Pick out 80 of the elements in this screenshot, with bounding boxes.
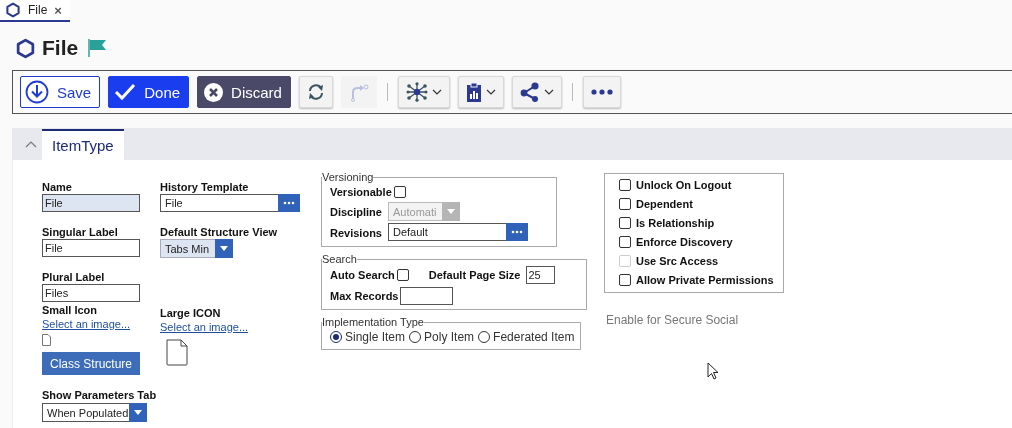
field-label: Singular Label <box>42 225 119 239</box>
class-structure-button[interactable]: Class Structure <box>42 352 140 375</box>
branch-arrow-icon <box>348 82 369 102</box>
checkbox[interactable] <box>619 236 631 248</box>
field-label: Default Page Size <box>428 268 521 282</box>
chevron-up-icon <box>25 140 37 148</box>
field-label: Use Src Access <box>636 254 719 268</box>
more-icon <box>511 230 523 234</box>
refresh-button[interactable] <box>298 76 333 108</box>
close-circle-icon <box>204 82 224 102</box>
text-field[interactable]: File <box>42 239 140 257</box>
field-label: Name <box>42 180 73 194</box>
file-icon <box>166 339 188 366</box>
field-label: Auto Search <box>330 268 395 282</box>
browse-button[interactable] <box>278 194 300 212</box>
option-label: Single Item <box>345 330 406 344</box>
flag-icon <box>88 38 108 58</box>
chevron-down-icon <box>485 89 496 95</box>
option-label: Poly Item <box>424 330 475 344</box>
field-label: Plural Label <box>42 270 106 284</box>
field-label: Allow Private Permissions <box>636 273 774 287</box>
checkbox[interactable] <box>393 186 406 198</box>
caret-down-icon <box>447 209 455 214</box>
file-icon <box>42 334 51 346</box>
field-label: Max Records <box>330 289 399 303</box>
checkbox[interactable] <box>619 274 631 286</box>
field-label: Large ICON <box>160 306 222 320</box>
select-image-link[interactable]: Select an image... <box>42 317 131 331</box>
field-label: Unlock On Logout <box>636 178 732 192</box>
share-icon <box>519 82 540 102</box>
text-field[interactable]: Files <box>42 284 140 302</box>
caret-down-icon <box>220 246 228 251</box>
more-icon <box>590 89 613 95</box>
field-label: Show Parameters Tab <box>42 388 158 402</box>
more-button[interactable] <box>582 76 621 108</box>
checkbox[interactable] <box>396 269 409 281</box>
done-button[interactable]: Done <box>108 76 190 108</box>
group-legend: Implementation Type <box>322 316 424 328</box>
chevron-down-icon <box>431 89 442 95</box>
select-image-link[interactable]: Select an image... <box>160 320 249 334</box>
group-legend: Versioning <box>322 171 374 183</box>
text-field[interactable]: File <box>42 194 140 212</box>
field-label: Small Icon <box>42 303 99 317</box>
save-button[interactable]: Save <box>20 76 101 108</box>
checkbox[interactable] <box>619 198 631 210</box>
group-legend: Search <box>322 253 357 265</box>
field-label: Versionable <box>330 185 392 199</box>
page-title: File <box>42 36 79 60</box>
download-icon <box>25 80 49 104</box>
checkbox[interactable] <box>619 217 631 229</box>
text-field[interactable]: 25 <box>525 266 555 284</box>
field-label: Default Structure View <box>160 225 279 239</box>
more-icon <box>283 201 295 205</box>
checkbox[interactable] <box>619 179 631 191</box>
document-tab[interactable]: File × <box>0 0 70 22</box>
mouse-pointer-icon <box>707 362 719 381</box>
report-menu-button[interactable] <box>457 76 504 108</box>
field-label: Enforce Discovery <box>636 235 733 249</box>
network-menu-button[interactable] <box>397 76 450 108</box>
network-icon <box>405 82 428 102</box>
field-label: Is Relationship <box>636 216 715 230</box>
field-label: History Template <box>160 180 250 194</box>
close-icon[interactable]: × <box>54 2 62 18</box>
browse-button[interactable] <box>506 223 528 241</box>
panel-tab[interactable]: ItemType <box>42 129 124 160</box>
hexagon-icon <box>5 2 21 18</box>
text-field[interactable] <box>400 287 454 305</box>
secure-social-text: Enable for Secure Social <box>606 313 740 327</box>
field-label: Dependent <box>636 197 693 211</box>
share-menu-button[interactable] <box>511 76 562 108</box>
caret-down-icon <box>134 410 142 415</box>
discard-button[interactable]: Discard <box>197 76 291 108</box>
option-label: Federated Item <box>493 330 575 344</box>
refresh-icon <box>306 83 325 101</box>
field-label: Discipline <box>330 205 383 219</box>
field-label: Revisions <box>330 226 383 240</box>
checkmark-icon <box>114 83 137 101</box>
hexagon-icon <box>15 37 36 59</box>
clipboard-chart-icon <box>465 82 482 102</box>
chevron-down-icon <box>543 89 554 95</box>
